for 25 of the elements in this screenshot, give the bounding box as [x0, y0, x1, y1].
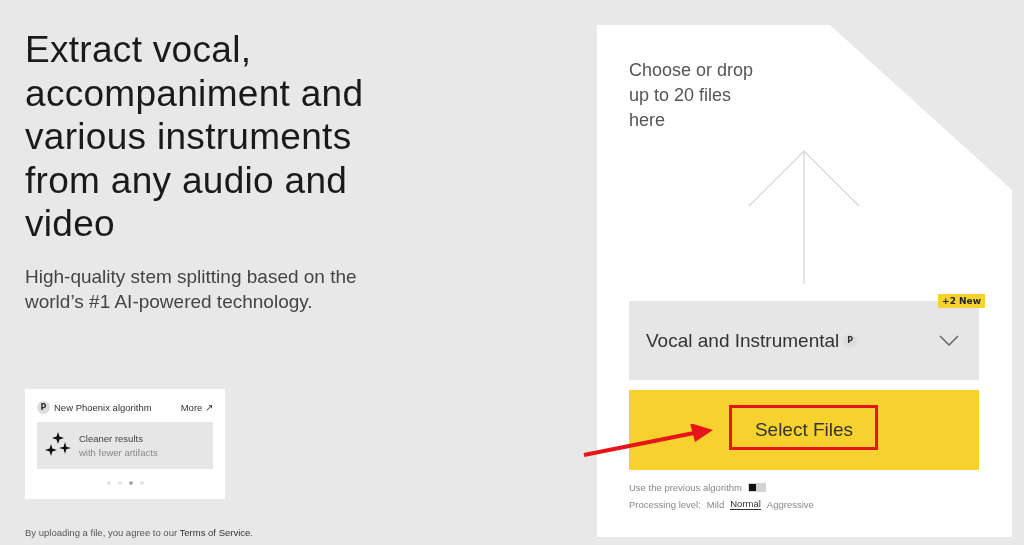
select-files-button[interactable]: Select Files [629, 390, 979, 470]
carousel-dot[interactable] [139, 480, 144, 485]
feature-title: Cleaner results [79, 432, 144, 444]
more-link[interactable]: More ↗ [180, 401, 213, 413]
dropdown-value: Vocal and Instrumental [646, 329, 840, 352]
hero-subtitle: High-quality stem splitting based on the world’s #1 AI-powered technology. [25, 264, 358, 314]
upload-panel[interactable]: Choose or drop up to 20 files here Vocal and Instrumental P +2 New Select Files Use the previous algorithm Processing level: Mild Normal Aggressive [597, 25, 1012, 537]
upload-prompt: Choose or drop up to 20 files here [629, 59, 755, 132]
carousel-dot[interactable] [117, 480, 122, 485]
processing-option[interactable]: Normal [730, 498, 761, 510]
toggle-label: Use the previous algorithm [629, 482, 742, 493]
processing-option[interactable]: Aggressive [766, 498, 814, 510]
chevron-down-icon [939, 335, 959, 346]
toggle-switch[interactable] [748, 483, 766, 492]
feature-subtitle: with fewer artifacts [79, 446, 158, 458]
card-title: New Phoenix algorithm [54, 401, 153, 413]
new-tag: +2 New [938, 294, 985, 308]
processing-label: Processing level: [629, 498, 701, 510]
algorithm-badge: P [843, 333, 858, 348]
terms-text: By uploading a file, you agree to our Terms of Service. [25, 526, 254, 538]
carousel-dot[interactable] [106, 480, 111, 485]
algorithm-badge: P [37, 400, 50, 414]
carousel-dot[interactable] [128, 480, 133, 485]
processing-option[interactable]: Mild [706, 498, 725, 510]
hero-title: Extract vocal, accompaniment and various instruments from any audio and video [25, 28, 365, 246]
